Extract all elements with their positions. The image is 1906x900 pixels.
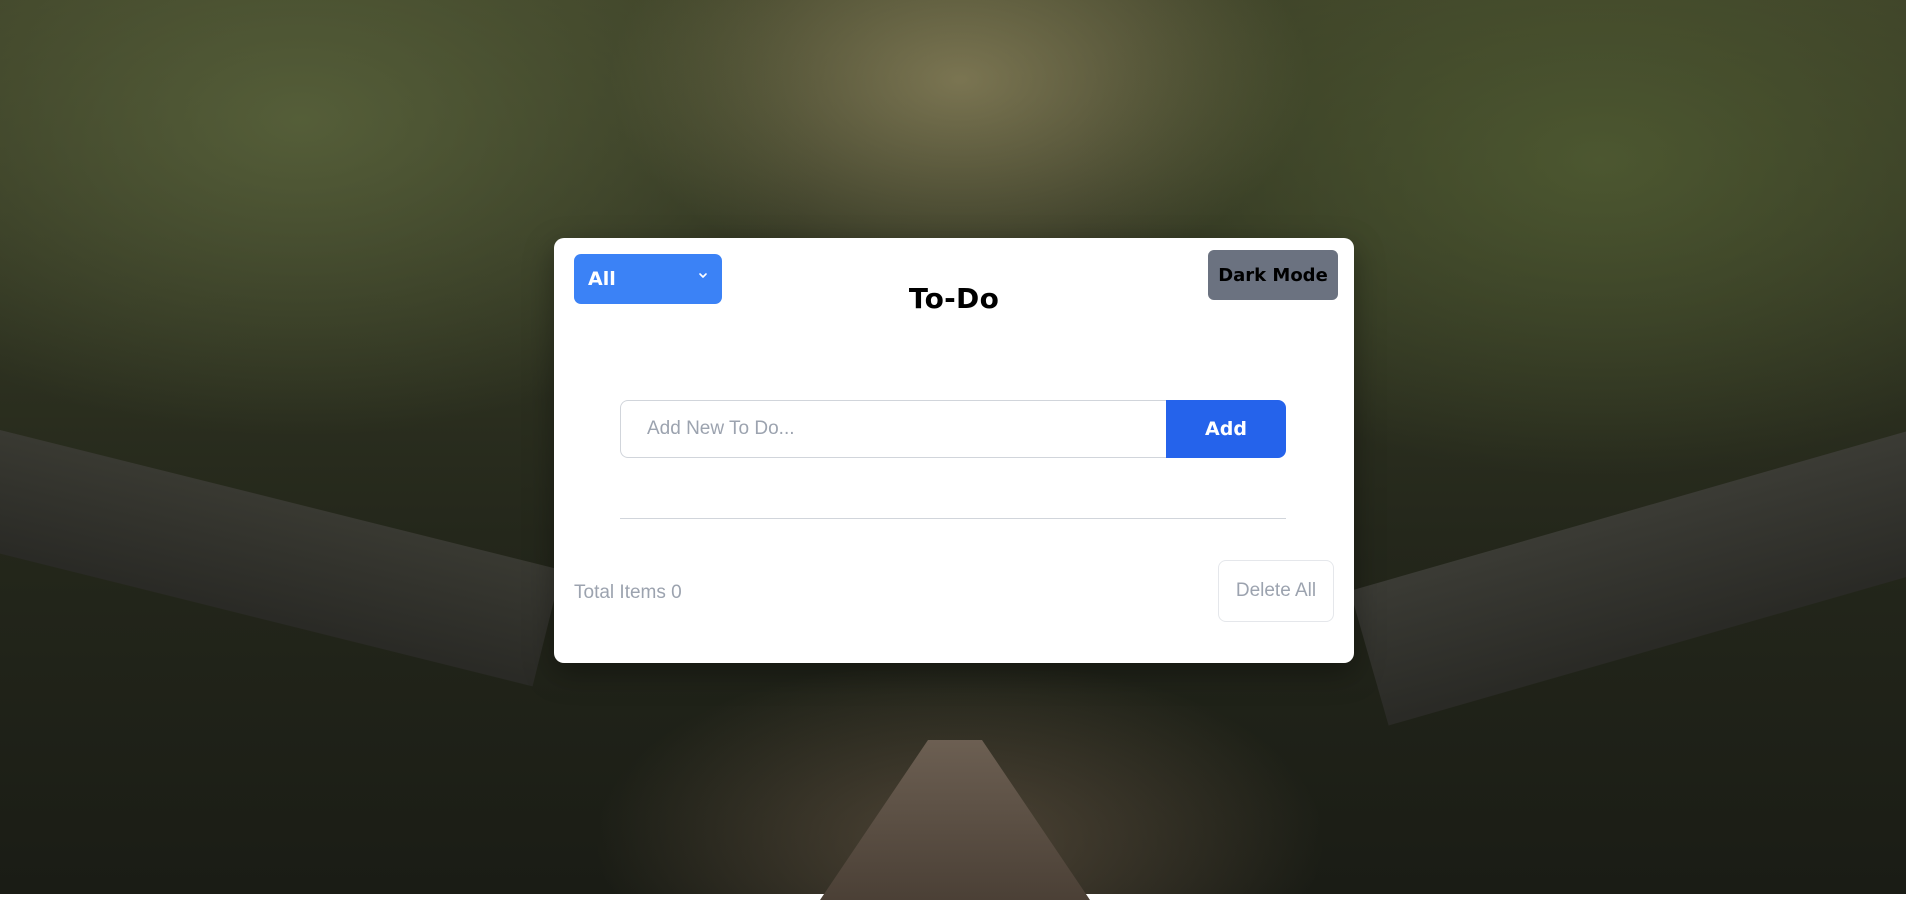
dark-mode-button[interactable]: Dark Mode <box>1208 250 1338 300</box>
delete-all-button[interactable]: Delete All <box>1218 560 1334 622</box>
todo-card: All To-Do Dark Mode Add Total Items 0 De… <box>554 238 1354 663</box>
bridge-walkway <box>820 740 1090 900</box>
new-todo-input[interactable] <box>620 400 1166 458</box>
bridge-rail-left <box>0 420 562 687</box>
bridge-rail-right <box>1350 420 1906 726</box>
add-button[interactable]: Add <box>1166 400 1286 458</box>
divider <box>620 518 1286 519</box>
total-items-count: Total Items 0 <box>574 582 682 603</box>
add-todo-form: Add <box>620 400 1286 458</box>
chevron-down-icon <box>699 273 707 278</box>
